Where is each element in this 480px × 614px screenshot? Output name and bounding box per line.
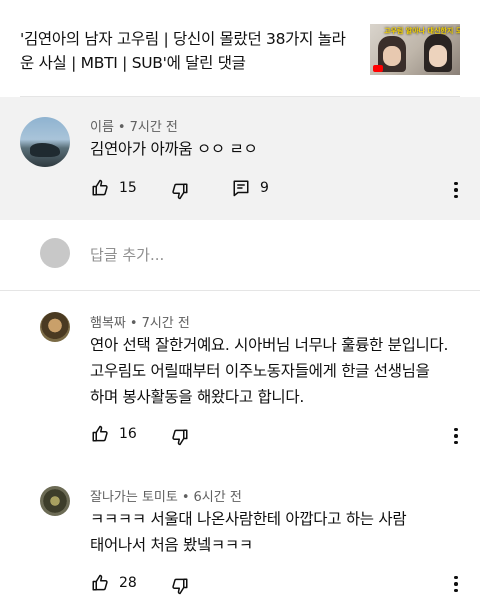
comment-icon [233, 180, 249, 197]
comment-author[interactable]: 이름 [90, 120, 114, 135]
reply-input[interactable]: 답글 추가... [90, 244, 164, 265]
thumbs-up-icon [92, 179, 108, 196]
comment-time: 7시간 전 [129, 120, 178, 135]
video-thumbnail[interactable]: 고우림 알아나 대신한지 모두 [370, 24, 460, 75]
reply-input-divider [0, 290, 480, 291]
thumbs-down-icon [172, 183, 188, 200]
dislike-button[interactable] [171, 182, 189, 200]
more-options-icon[interactable] [446, 426, 466, 446]
reply-text-line: ㅋㅋㅋㅋ 서울대 나온사람한테 아깝다고 하는 사람 [90, 510, 407, 528]
meta-separator: • [181, 490, 190, 505]
main-comment: 이름 • 7시간 전 김연아가 아까움 ㅇㅇ ㄹㅇ 15 9 [0, 97, 480, 220]
reply-text-line: 연아 선택 잘한거예요. 시아버님 너무나 훌륭한 분입니다. [90, 336, 449, 354]
like-button[interactable]: 28 [91, 574, 137, 592]
reply-meta: 잘나가는 토미토 • 6시간 전 [90, 486, 242, 505]
reply-text-line: 고우림도 어릴때부터 이주노동자들에게 한글 선생님을 [90, 362, 430, 380]
like-count: 28 [119, 575, 137, 591]
avatar[interactable] [20, 117, 70, 167]
like-button[interactable]: 16 [91, 425, 137, 443]
like-count: 15 [119, 180, 137, 196]
reply-author[interactable]: 잘나가는 토미토 [90, 490, 178, 505]
reply-text-line: 하며 봉사활동을 해왔다고 합니다. [90, 388, 304, 406]
youtube-logo-icon [373, 65, 383, 72]
meta-separator: • [117, 120, 126, 135]
reply-text-line: 태어나서 처음 봤넼ㅋㅋㅋ [90, 536, 253, 554]
avatar [40, 238, 70, 268]
thumbnail-text: 고우림 알아나 대신한지 모두 [384, 27, 460, 35]
thumbs-up-icon [92, 574, 108, 591]
video-header: '김연아의 남자 고우림 | 당신이 몰랐던 38가지 놀라운 사실 | MBT… [0, 0, 480, 97]
dislike-button[interactable] [171, 428, 189, 446]
video-title[interactable]: '김연아의 남자 고우림 | 당신이 몰랐던 38가지 놀라운 사실 | MBT… [20, 27, 350, 75]
reply-text: ㅋㅋㅋㅋ 서울대 나온사람한테 아깝다고 하는 사람 태어나서 처음 봤넼ㅋㅋㅋ [90, 506, 407, 558]
thumbs-down-icon [172, 578, 188, 595]
thumbs-up-icon [92, 425, 108, 442]
reply-button[interactable]: 9 [232, 179, 269, 197]
reply-time: 6시간 전 [193, 490, 242, 505]
comment-text: 김연아가 아까움 ㅇㅇ ㄹㅇ [90, 140, 258, 158]
reply-input-row [0, 220, 480, 290]
more-options-icon[interactable] [446, 180, 466, 200]
thumbs-down-icon [172, 429, 188, 446]
avatar[interactable] [40, 486, 70, 516]
reply-text: 연아 선택 잘한거예요. 시아버님 너무나 훌륭한 분입니다. 고우림도 어릴때… [90, 332, 448, 410]
reply-time: 7시간 전 [141, 316, 190, 331]
more-options-icon[interactable] [446, 574, 466, 594]
meta-separator: • [129, 316, 138, 331]
reply-count: 9 [260, 180, 269, 196]
thumbnail-person-right [424, 34, 452, 72]
reply-author[interactable]: 햄복짜 [90, 316, 126, 331]
dislike-button[interactable] [171, 577, 189, 595]
comment-meta: 이름 • 7시간 전 [90, 116, 178, 135]
avatar[interactable] [40, 312, 70, 342]
like-count: 16 [119, 426, 137, 442]
like-button[interactable]: 15 [91, 179, 137, 197]
reply-meta: 햄복짜 • 7시간 전 [90, 312, 190, 331]
